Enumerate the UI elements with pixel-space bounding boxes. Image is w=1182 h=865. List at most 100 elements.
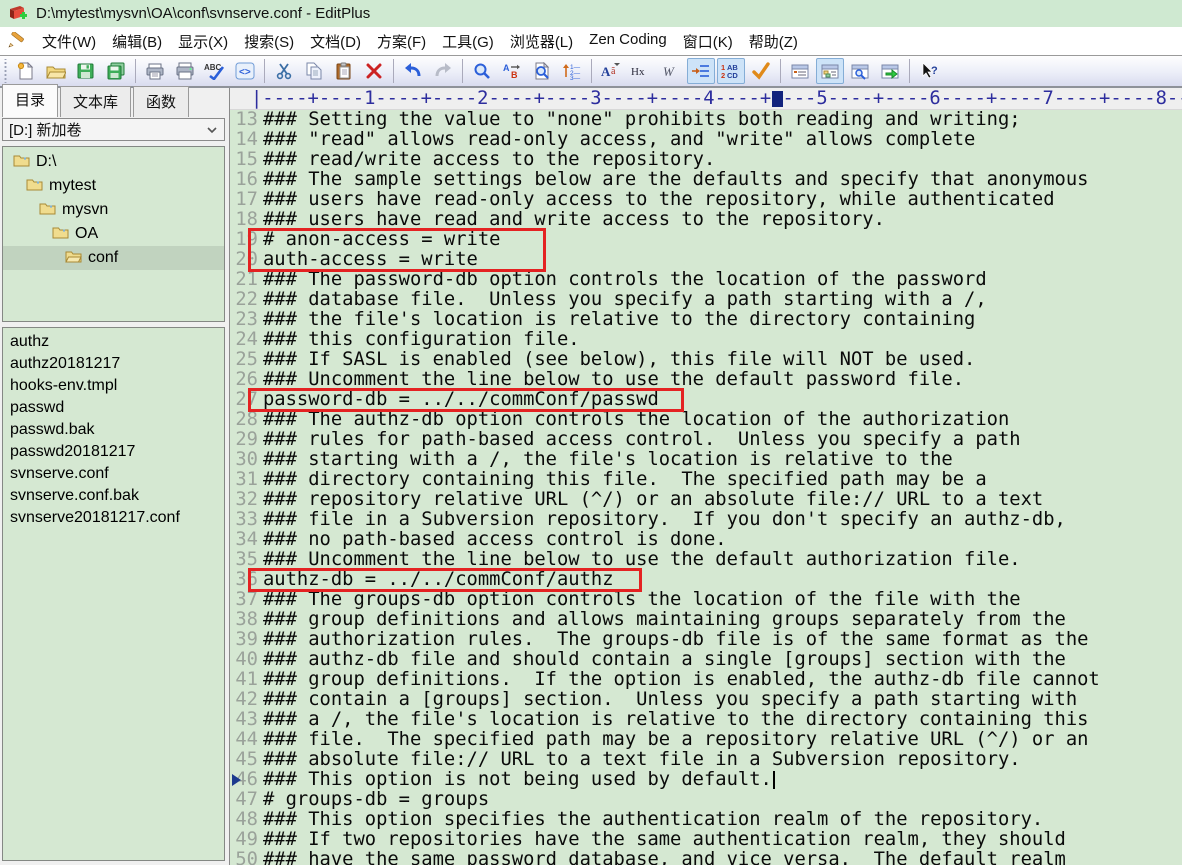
code-line[interactable]: 29 ### rules for path-based access contro… <box>230 430 1182 450</box>
save-button[interactable] <box>72 58 100 84</box>
code-line[interactable]: 44 ### file. The specified path may be a … <box>230 730 1182 750</box>
find-in-files-button[interactable] <box>528 58 556 84</box>
code-line[interactable]: 43 ### a /, the file's location is relati… <box>230 710 1182 730</box>
menu-item[interactable]: 显示(X) <box>170 28 236 55</box>
file-item[interactable]: svnserve.conf <box>3 463 224 485</box>
file-item[interactable]: hooks-env.tmpl <box>3 375 224 397</box>
code-line[interactable]: 23 ### the file's location is relative to… <box>230 310 1182 330</box>
set-font-button[interactable]: Aã <box>597 58 625 84</box>
replace-button[interactable]: AB <box>498 58 526 84</box>
menu-item[interactable]: 文件(W) <box>34 28 104 55</box>
code-line[interactable]: 30 ### starting with a /, the file's loca… <box>230 450 1182 470</box>
context-help-button[interactable]: ? <box>915 58 943 84</box>
file-item[interactable]: authz <box>3 331 224 353</box>
code-line[interactable]: 41 ### group definitions. If the option i… <box>230 670 1182 690</box>
document-list-button[interactable] <box>786 58 814 84</box>
sidebar-tab-directory[interactable]: 目录 <box>2 84 59 117</box>
menu-item[interactable]: 浏览器(L) <box>502 28 581 55</box>
tree-item-mysvn[interactable]: mysvn <box>3 198 224 222</box>
hex-viewer-button[interactable]: Hx <box>627 58 655 84</box>
code-line[interactable]: 15 ### read/write access to the repositor… <box>230 150 1182 170</box>
code-line[interactable]: 17 ### users have read-only access to the… <box>230 190 1182 210</box>
drive-selector[interactable]: [D:] 新加卷 <box>2 118 225 141</box>
cut-button[interactable] <box>270 58 298 84</box>
code-line[interactable]: 24 ### this configuration file. <box>230 330 1182 350</box>
tree-item-oa[interactable]: OA <box>3 222 224 246</box>
delete-button[interactable] <box>360 58 388 84</box>
sidebar-tab-cliptext[interactable]: 文本库 <box>60 86 132 117</box>
menu-item[interactable]: 搜索(S) <box>236 28 302 55</box>
sort-lines-button[interactable]: 1— 2— 3— <box>558 58 586 84</box>
spell-check-button[interactable]: ABC <box>201 58 229 84</box>
word-wrap-button[interactable]: W <box>657 58 685 84</box>
code-line[interactable]: 42 ### contain a [groups] section. Unless… <box>230 690 1182 710</box>
menu-item[interactable]: 文档(D) <box>302 28 369 55</box>
line-numbers-button[interactable]: 1 AB 2 CD <box>717 58 745 84</box>
new-file-button[interactable] <box>12 58 40 84</box>
menu-item[interactable]: 帮助(Z) <box>741 28 806 55</box>
indent-guide-button[interactable] <box>687 58 715 84</box>
copy-button[interactable] <box>300 58 328 84</box>
code-line[interactable]: 37 ### The groups-db option controls the … <box>230 590 1182 610</box>
file-item[interactable]: authz20181217 <box>3 353 224 375</box>
file-item[interactable]: passwd.bak <box>3 419 224 441</box>
code-line[interactable]: 46 ### This option is not being used by d… <box>230 770 1182 790</box>
menu-item[interactable]: 工具(G) <box>434 28 502 55</box>
code-line[interactable]: 34 ### no path-based access control is do… <box>230 530 1182 550</box>
syntax-check-button[interactable] <box>747 58 775 84</box>
toolbar-separator <box>591 59 592 83</box>
code-line[interactable]: 26 ### Uncomment the line below to use th… <box>230 370 1182 390</box>
code-line[interactable]: 25 ### If SASL is enabled (see below), th… <box>230 350 1182 370</box>
code-line[interactable]: 14 ### "read" allows read-only access, an… <box>230 130 1182 150</box>
tree-item-mytest[interactable]: mytest <box>3 174 224 198</box>
file-item[interactable]: svnserve.conf.bak <box>3 485 224 507</box>
tree-item-conf[interactable]: conf <box>3 246 224 270</box>
code-line[interactable]: 28 ### The authz-db option controls the l… <box>230 410 1182 430</box>
code-line[interactable]: 13 ### Setting the value to "none" prohib… <box>230 110 1182 130</box>
code-line[interactable]: 38 ### group definitions and allows maint… <box>230 610 1182 630</box>
code-line[interactable]: 48 ### This option specifies the authenti… <box>230 810 1182 830</box>
code-line[interactable]: 40 ### authz-db file and should contain a… <box>230 650 1182 670</box>
editor[interactable]: |----+----1----+----2----+----3----+----… <box>229 88 1182 865</box>
save-all-button[interactable] <box>102 58 130 84</box>
code-line[interactable]: 47 # groups-db = groups <box>230 790 1182 810</box>
code-line[interactable]: 35 ### Uncomment the line below to use th… <box>230 550 1182 570</box>
sidebar-tab-functions[interactable]: 函数 <box>133 86 190 117</box>
code-line[interactable]: 18 ### users have read and write access t… <box>230 210 1182 230</box>
code-line[interactable]: 22 ### database file. Unless you specify … <box>230 290 1182 310</box>
code-line[interactable]: 49 ### If two repositories have the same … <box>230 830 1182 850</box>
view-in-browser-button[interactable] <box>876 58 904 84</box>
code-line[interactable]: 27 password-db = ../../commConf/passwd <box>230 390 1182 410</box>
undo-button[interactable] <box>399 58 427 84</box>
code-line[interactable]: 19 # anon-access = write <box>230 230 1182 250</box>
print-preview-button[interactable] <box>141 58 169 84</box>
redo-button[interactable] <box>429 58 457 84</box>
tree-item-d[interactable]: D:\ <box>3 150 224 174</box>
code-line[interactable]: 39 ### authorization rules. The groups-db… <box>230 630 1182 650</box>
code-line[interactable]: 21 ### The password-db option controls th… <box>230 270 1182 290</box>
code-line[interactable]: 31 ### directory containing this file. Th… <box>230 470 1182 490</box>
find-button[interactable] <box>468 58 496 84</box>
code-line[interactable]: 16 ### The sample settings below are the … <box>230 170 1182 190</box>
code-line[interactable]: 33 ### file in a Subversion repository. I… <box>230 510 1182 530</box>
code-area[interactable]: 13 ### Setting the value to "none" prohib… <box>230 110 1182 865</box>
toolbar-grip[interactable] <box>3 59 8 83</box>
html-toolbar-button[interactable]: <> <box>231 58 259 84</box>
browser-preview-button[interactable] <box>846 58 874 84</box>
file-item[interactable]: passwd20181217 <box>3 441 224 463</box>
code-line[interactable]: 32 ### repository relative URL (^/) or an… <box>230 490 1182 510</box>
print-button[interactable] <box>171 58 199 84</box>
code-line[interactable]: 50 ### have the same password database, a… <box>230 850 1182 865</box>
menu-item[interactable]: 方案(F) <box>369 28 434 55</box>
file-item[interactable]: svnserve20181217.conf <box>3 507 224 529</box>
menu-item[interactable]: 窗口(K) <box>675 28 741 55</box>
menu-item[interactable]: 编辑(B) <box>104 28 170 55</box>
directory-window-button[interactable] <box>816 58 844 84</box>
menu-item[interactable]: Zen Coding <box>581 28 675 55</box>
code-line[interactable]: 36 authz-db = ../../commConf/authz <box>230 570 1182 590</box>
open-file-button[interactable] <box>42 58 70 84</box>
code-line[interactable]: 45 ### absolute file:// URL to a text fil… <box>230 750 1182 770</box>
file-item[interactable]: passwd <box>3 397 224 419</box>
code-line[interactable]: 20 auth-access = write <box>230 250 1182 270</box>
paste-button[interactable] <box>330 58 358 84</box>
